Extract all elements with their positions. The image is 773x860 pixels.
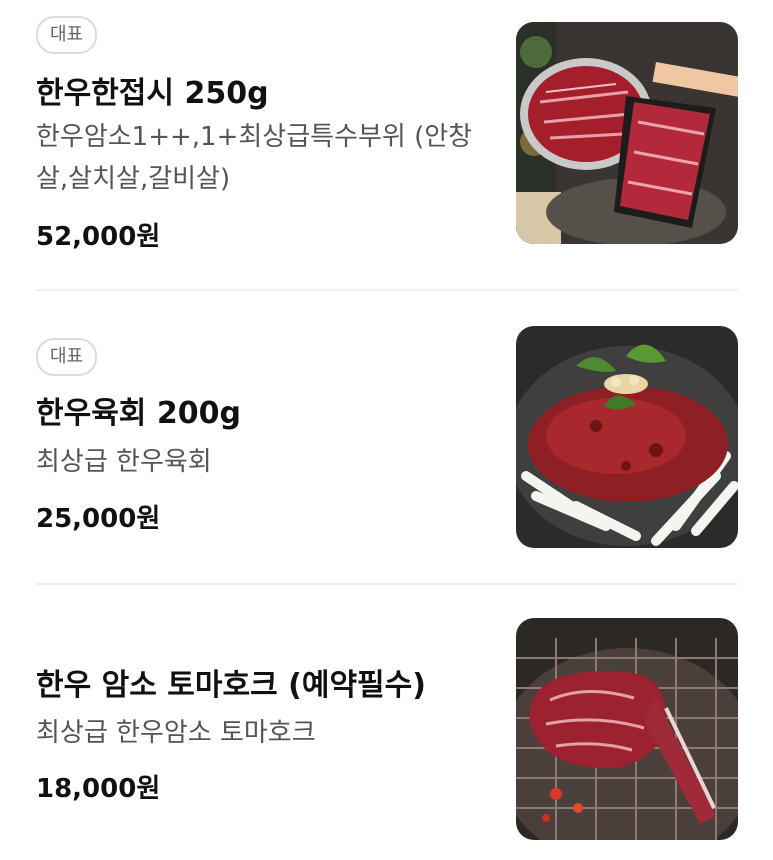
menu-item-hanu-yukhoe[interactable]: 대표 한우육회 200g 최상급 한우육회 25,000원 [0, 290, 773, 584]
menu-item-price: 52,000원 [36, 222, 161, 252]
menu-item-hanu-platter[interactable]: 대표 한우한접시 250g 한우암소1++,1+최상급특수부위 (안창살,살치살… [0, 0, 773, 290]
menu-item-tomahawk[interactable]: 한우 암소 토마호크 (예약필수) 최상급 한우암소 토마호크 18,000원 [0, 584, 773, 860]
menu-item-price: 18,000원 [36, 774, 161, 804]
menu-item-description: 최상급 한우암소 토마호크 [36, 718, 316, 748]
menu-item-name: 한우 암소 토마호크 (예약필수) [36, 668, 426, 703]
menu-list: 대표 한우한접시 250g 한우암소1++,1+최상급특수부위 (안창살,살치살… [0, 0, 773, 860]
yukhoe-photo [516, 326, 738, 548]
beef-platter-photo [516, 22, 738, 244]
menu-item-photo[interactable] [516, 326, 738, 548]
menu-item-name: 한우육회 200g [36, 396, 241, 431]
menu-item-photo[interactable] [516, 618, 738, 840]
menu-item-price: 25,000원 [36, 504, 161, 534]
menu-item-description: 최상급 한우육회 [36, 447, 212, 477]
signature-badge: 대표 [36, 338, 98, 376]
menu-item-photo[interactable] [516, 22, 738, 244]
tomahawk-steak-photo [516, 618, 738, 840]
menu-item-name: 한우한접시 250g [36, 76, 269, 111]
menu-item-description: 한우암소1++,1+최상급특수부위 (안창살,살치살,갈비살) [36, 122, 473, 194]
signature-badge: 대표 [36, 16, 98, 54]
